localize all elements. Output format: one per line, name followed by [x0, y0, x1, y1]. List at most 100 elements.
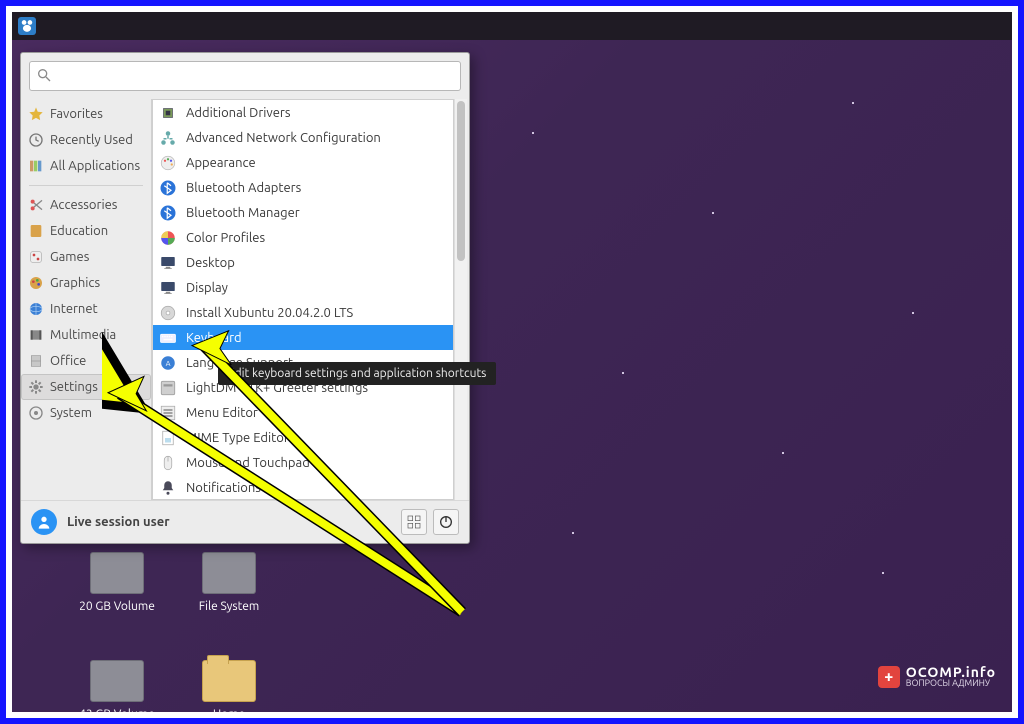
app-label: Display	[186, 281, 228, 295]
bell-icon	[159, 479, 177, 497]
bt-icon	[159, 179, 177, 197]
category-graphics[interactable]: Graphics	[21, 270, 151, 296]
category-label: Multimedia	[50, 328, 116, 342]
app-item[interactable]: Bluetooth Adapters	[153, 175, 453, 200]
menu-footer: Live session user	[21, 500, 469, 543]
app-item[interactable]: Keyboard	[153, 325, 453, 350]
app-label: Notifications	[186, 481, 261, 495]
colorwheel-icon	[159, 229, 177, 247]
top-panel	[12, 12, 1012, 40]
category-games[interactable]: Games	[21, 244, 151, 270]
application-list: Additional Drivers Advanced Network Confi…	[152, 99, 454, 500]
category-label: Graphics	[50, 276, 100, 290]
app-label: Bluetooth Manager	[186, 206, 300, 220]
app-label: Mouse and Touchpad	[186, 456, 310, 470]
disc-icon	[159, 304, 177, 322]
app-label: MIME Type Editor	[186, 431, 289, 445]
monitor-icon	[159, 279, 177, 297]
app-item[interactable]: Bluetooth Manager	[153, 200, 453, 225]
search-icon	[36, 67, 58, 86]
chip-icon	[159, 104, 177, 122]
app-item[interactable]: Display	[153, 275, 453, 300]
desktop-icon-label: File System	[184, 600, 274, 613]
app-label: Menu Editor	[186, 406, 258, 420]
desktop-icon[interactable]: File System	[184, 552, 274, 613]
star-icon	[28, 106, 44, 122]
category-education[interactable]: Education	[21, 218, 151, 244]
book-icon	[28, 223, 44, 239]
whisker-menu-icon[interactable]	[18, 17, 36, 35]
category-label: Settings	[50, 380, 98, 394]
greeter-icon	[159, 379, 177, 397]
watermark-brand: OCOMP.info	[906, 665, 996, 679]
app-item[interactable]: MIME Type Editor	[153, 425, 453, 450]
category-label: Internet	[50, 302, 98, 316]
app-item[interactable]: Install Xubuntu 20.04.2.0 LTS	[153, 300, 453, 325]
app-label: Color Profiles	[186, 231, 265, 245]
drive-icon	[202, 552, 256, 594]
app-item[interactable]: Mouse and Touchpad	[153, 450, 453, 475]
category-internet[interactable]: Internet	[21, 296, 151, 322]
desktop-icon-label: Home	[184, 708, 274, 721]
app-item[interactable]: Menu Editor	[153, 400, 453, 425]
category-separator	[29, 185, 143, 186]
app-label: Keyboard	[186, 331, 242, 345]
user-avatar-icon[interactable]	[31, 509, 57, 535]
category-settings[interactable]: Settings	[21, 374, 151, 400]
app-label: Install Xubuntu 20.04.2.0 LTS	[186, 306, 353, 320]
palette-icon	[159, 154, 177, 172]
application-menu: Favorites Recently Used All Applications Ac…	[20, 52, 470, 544]
category-system[interactable]: System	[21, 400, 151, 426]
mime-icon	[159, 429, 177, 447]
app-list-scrollbar[interactable]	[454, 99, 467, 500]
power-button[interactable]	[433, 509, 459, 535]
category-all[interactable]: All Applications	[21, 153, 151, 179]
category-label: System	[50, 406, 92, 420]
category-favorites[interactable]: Favorites	[21, 101, 151, 127]
desktop-background: 20 GB VolumeFile System43 GB VolumeHome …	[12, 12, 1012, 712]
watermark: + OCOMP.info ВОПРОСЫ АДМИНУ	[878, 665, 996, 688]
app-item[interactable]: Notifications	[153, 475, 453, 500]
app-label: Bluetooth Adapters	[186, 181, 301, 195]
app-item[interactable]: Desktop	[153, 250, 453, 275]
desktop-icon[interactable]: 43 GB Volume	[72, 660, 162, 721]
category-label: Education	[50, 224, 108, 238]
app-item[interactable]: Appearance	[153, 150, 453, 175]
user-label: Live session user	[67, 515, 170, 529]
dice-icon	[28, 249, 44, 265]
category-accessories[interactable]: Accessories	[21, 192, 151, 218]
cabinet-icon	[28, 353, 44, 369]
desktop-icon[interactable]: Home	[184, 660, 274, 721]
category-multimedia[interactable]: Multimedia	[21, 322, 151, 348]
mouse-icon	[159, 454, 177, 472]
scrollbar-thumb[interactable]	[457, 101, 465, 261]
category-label: Favorites	[50, 107, 103, 121]
tooltip: Edit keyboard settings and application s…	[218, 362, 496, 385]
bt-icon	[159, 204, 177, 222]
folder-icon	[202, 660, 256, 702]
category-label: Office	[50, 354, 86, 368]
app-label: Additional Drivers	[186, 106, 290, 120]
settings-manager-button[interactable]	[401, 509, 427, 535]
category-label: Games	[50, 250, 89, 264]
category-label: Recently Used	[50, 133, 133, 147]
app-item[interactable]: Advanced Network Configuration	[153, 125, 453, 150]
search-input[interactable]	[58, 68, 454, 85]
gear-icon	[28, 379, 44, 395]
app-label: Advanced Network Configuration	[186, 131, 381, 145]
menuedit-icon	[159, 404, 177, 422]
film-icon	[28, 327, 44, 343]
category-recent[interactable]: Recently Used	[21, 127, 151, 153]
desktop-icon[interactable]: 20 GB Volume	[72, 552, 162, 613]
paint-icon	[28, 275, 44, 291]
lang-icon: A	[159, 354, 177, 372]
drive-icon	[90, 552, 144, 594]
category-office[interactable]: Office	[21, 348, 151, 374]
app-item[interactable]: Color Profiles	[153, 225, 453, 250]
clock-icon	[28, 132, 44, 148]
globe-icon	[28, 301, 44, 317]
app-label: Appearance	[186, 156, 256, 170]
app-item[interactable]: Additional Drivers	[153, 100, 453, 125]
category-list: Favorites Recently Used All Applications Ac…	[21, 99, 151, 500]
search-row	[29, 61, 461, 91]
